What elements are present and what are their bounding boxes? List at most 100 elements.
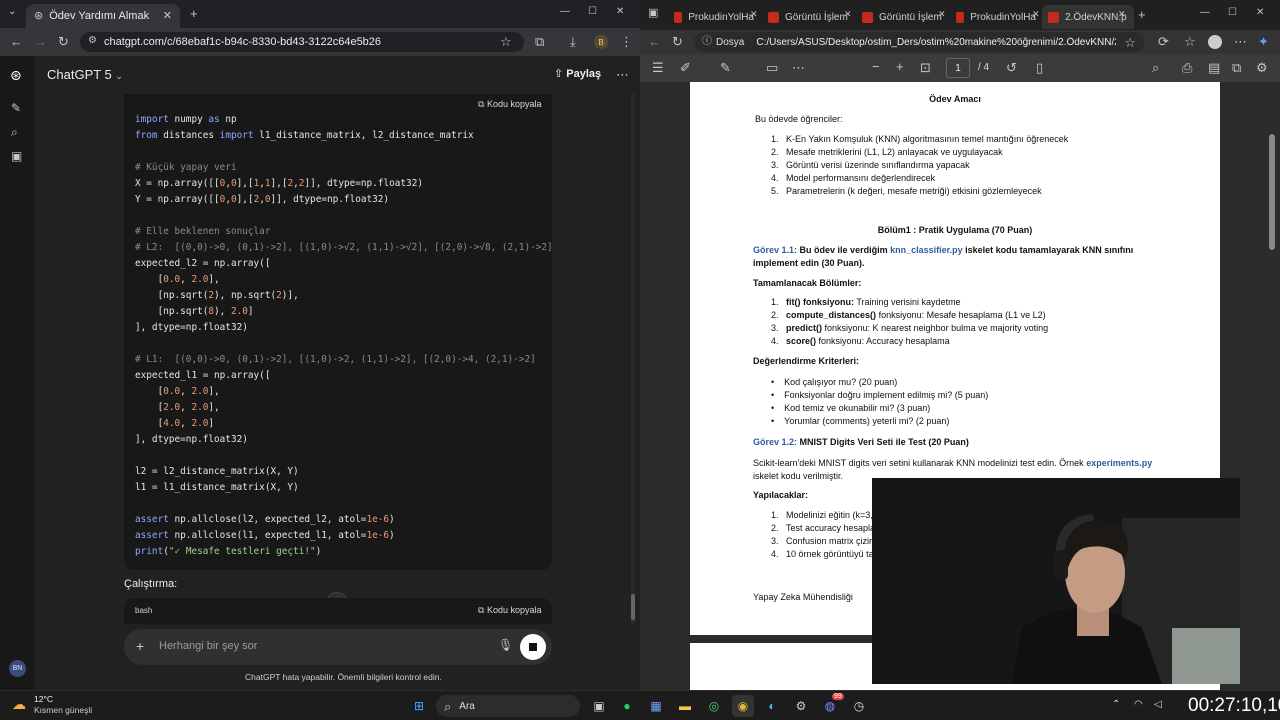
highlight-icon[interactable]: ✐ xyxy=(680,61,691,74)
back-icon[interactable]: ← xyxy=(10,35,23,48)
favorite-star-icon[interactable]: ☆ xyxy=(1124,36,1136,49)
close-window-icon[interactable]: ✕ xyxy=(616,7,624,17)
reload-icon[interactable]: ↻ xyxy=(58,35,69,48)
chat-composer: + Herhangi bir şey sor 🎙 xyxy=(124,629,552,665)
tab-search-icon[interactable]: ⌄ xyxy=(8,7,16,17)
close-tab-icon[interactable]: ✕ xyxy=(938,10,946,19)
page-number-input[interactable]: 1 xyxy=(946,58,970,78)
tab-pdf-1[interactable]: ProkudinYolHa xyxy=(668,5,760,29)
contents-icon[interactable]: ☰ xyxy=(652,61,664,74)
pdf-settings-icon[interactable]: ⚙ xyxy=(1256,61,1268,74)
network-icon[interactable]: ◠ xyxy=(1134,699,1143,710)
site-info-icon[interactable]: ⚙ xyxy=(88,36,97,46)
print-icon[interactable]: ⎙ xyxy=(1182,61,1192,74)
share-button[interactable]: ⇧ Paylaş xyxy=(554,68,601,80)
file-link[interactable]: knn_classifier.py xyxy=(890,245,963,255)
minimize-icon[interactable]: — xyxy=(1200,8,1210,18)
page-view-icon[interactable]: ▯ xyxy=(1036,61,1043,74)
chat-input[interactable]: Herhangi bir şey sor xyxy=(159,640,257,652)
find-icon[interactable]: ⌕ xyxy=(1152,61,1159,74)
code-content[interactable]: import numpy as np from distances import … xyxy=(135,112,553,560)
volume-icon[interactable]: ◁ xyxy=(1154,699,1162,710)
section-heading: Bölüm1 : Pratik Uygulama (70 Puan) xyxy=(877,225,1033,235)
file-explorer-icon[interactable]: ▬ xyxy=(674,695,696,717)
add-attachment-icon[interactable]: + xyxy=(136,639,144,653)
close-tab-icon[interactable]: ✕ xyxy=(163,10,172,22)
zoom-in-icon[interactable]: + xyxy=(896,60,904,73)
chatgpt-header: ChatGPT 5 ⌄ ⇧ Paylaş ⋯ xyxy=(34,56,640,94)
edge-address-bar[interactable]: ⓘ Dosya C:/Users/ASUS/Desktop/ostim_Ders… xyxy=(694,32,1144,52)
library-icon[interactable]: ▣ xyxy=(11,150,22,162)
back-icon[interactable]: ← xyxy=(648,35,661,48)
new-chat-icon[interactable]: ✎ xyxy=(11,102,21,114)
steam-icon[interactable]: ⚙ xyxy=(790,695,812,717)
more-options-icon[interactable]: ⋯ xyxy=(616,68,629,81)
tab-pdf-4[interactable]: ProkudinYolHa xyxy=(950,5,1042,29)
zoom-out-icon[interactable]: − xyxy=(872,60,880,73)
save-icon[interactable]: ▤ xyxy=(1208,61,1220,74)
save-as-icon[interactable]: ⧉ xyxy=(1232,61,1241,74)
stop-icon xyxy=(529,643,537,651)
copy-code-button[interactable]: ⧉ Kodu kopyala xyxy=(478,99,542,109)
pdf-scrollbar[interactable] xyxy=(1268,82,1276,690)
close-tab-icon[interactable]: ✕ xyxy=(1118,10,1126,19)
scrollbar-thumb[interactable] xyxy=(631,594,635,620)
maximize-icon[interactable]: ☐ xyxy=(1228,8,1237,18)
close-tab-icon[interactable]: ✕ xyxy=(750,10,758,19)
task-view-icon[interactable]: ▣ xyxy=(588,695,610,717)
start-windows-icon[interactable]: ⊞ xyxy=(408,695,430,717)
scrollbar-track[interactable] xyxy=(631,94,635,624)
openai-logo-icon[interactable]: ⊛ xyxy=(10,68,22,82)
new-tab-icon[interactable]: + xyxy=(190,7,198,20)
stop-button[interactable] xyxy=(520,634,546,660)
copilot-icon[interactable]: ✦ xyxy=(1258,35,1269,48)
edge-icon[interactable]: ◐ xyxy=(761,695,783,717)
pdf-scrollbar-thumb[interactable] xyxy=(1269,134,1275,250)
favorites-icon[interactable]: ☆ xyxy=(1184,35,1196,48)
fit-page-icon[interactable]: ⊡ xyxy=(920,61,931,74)
search-chats-icon[interactable]: ⌕ xyxy=(11,126,18,138)
spotify-icon[interactable]: ● xyxy=(616,695,638,717)
clock-app-icon[interactable]: ◷ xyxy=(848,695,870,717)
weather-icon[interactable]: ☁ xyxy=(12,696,26,713)
microphone-icon[interactable]: 🎙 xyxy=(498,639,513,651)
download-icon[interactable]: ⤓ xyxy=(570,35,576,48)
store-icon[interactable]: ▦ xyxy=(645,695,667,717)
settings-more-icon[interactable]: ⋯ xyxy=(1234,35,1247,48)
draw-icon[interactable]: ✎ xyxy=(720,61,731,74)
bookmark-star-icon[interactable]: ☆ xyxy=(500,35,512,48)
todo-item: 3. Confusion matrix çizin xyxy=(771,536,875,546)
rotate-icon[interactable]: ↺ xyxy=(1006,61,1017,74)
tab-pdf-3[interactable]: Görüntü İşlem xyxy=(856,5,948,29)
model-selector[interactable]: ChatGPT 5 ⌄ xyxy=(47,67,123,82)
close-tab-icon[interactable]: ✕ xyxy=(844,10,852,19)
taskbar-search[interactable]: ⌕ Ara xyxy=(436,695,580,717)
forward-icon[interactable]: → xyxy=(34,35,47,48)
copy-code-button-2[interactable]: ⧉ Kodu kopyala xyxy=(478,605,542,615)
profile-avatar[interactable]: B xyxy=(594,35,608,49)
split-screen-icon[interactable]: ⟳ xyxy=(1158,35,1169,48)
tab-chatgpt[interactable]: ⊛ Ödev Yardımı Almak ✕ xyxy=(26,4,180,28)
edge-profile-avatar[interactable] xyxy=(1208,35,1222,49)
app-icon[interactable]: ◎ xyxy=(703,695,725,717)
reload-icon[interactable]: ↻ xyxy=(672,35,683,48)
goals-list: 1. K-En Yakın Komşuluk (KNN) algoritması… xyxy=(771,133,1068,198)
maximize-icon[interactable]: ☐ xyxy=(588,7,597,17)
copy-icon: ⧉ xyxy=(478,605,485,615)
minimize-icon[interactable]: — xyxy=(560,7,570,17)
tray-chevron-icon[interactable]: ⌃ xyxy=(1112,699,1120,710)
pdf-icon xyxy=(768,11,779,23)
chrome-menu-icon[interactable]: ⋮ xyxy=(620,35,633,48)
more-tools-icon[interactable]: ⋯ xyxy=(792,61,805,74)
file-link[interactable]: experiments.py xyxy=(1086,458,1152,468)
close-tab-icon[interactable]: ✕ xyxy=(1032,10,1040,19)
close-window-icon[interactable]: ✕ xyxy=(1256,8,1264,18)
user-avatar[interactable]: BN xyxy=(9,660,26,677)
tab-pdf-2[interactable]: Görüntü İşlem xyxy=(762,5,854,29)
extensions-icon[interactable]: ⧉ xyxy=(535,35,544,48)
read-aloud-icon[interactable]: ▭ xyxy=(766,61,778,74)
tab-actions-icon[interactable]: ▣ xyxy=(648,8,658,19)
new-tab-icon[interactable]: + xyxy=(1138,8,1146,21)
chrome-icon[interactable]: ◉ xyxy=(732,695,754,717)
address-bar[interactable]: ⚙ chatgpt.com/c/68ebaf1c-b94c-8330-bd43-… xyxy=(80,32,524,52)
